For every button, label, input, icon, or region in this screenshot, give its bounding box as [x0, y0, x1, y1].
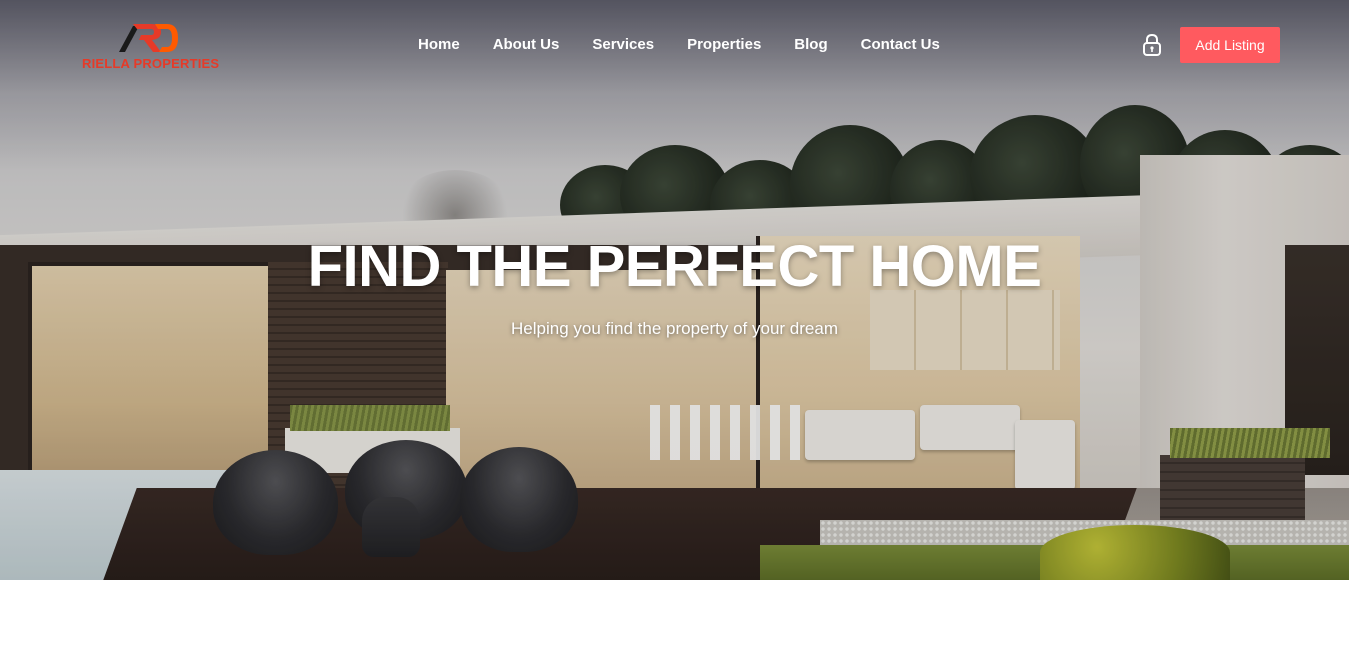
nav-item-contact-us[interactable]: Contact Us — [861, 34, 940, 56]
brand-logo[interactable]: RIELLA PROPERTIES — [82, 20, 219, 72]
nav-item-properties[interactable]: Properties — [687, 34, 761, 56]
nav-item-blog[interactable]: Blog — [794, 34, 827, 56]
site-header: RIELLA PROPERTIES Home About Us Services… — [0, 0, 1349, 90]
hero-subtitle: Helping you find the property of your dr… — [511, 319, 838, 338]
add-listing-button[interactable]: Add Listing — [1180, 27, 1280, 63]
logo-text: RIELLA PROPERTIES — [82, 56, 220, 71]
lock-icon[interactable] — [1142, 33, 1162, 57]
main-nav: Home About Us Services Properties Blog C… — [418, 34, 940, 56]
hero-title: FIND THE PERFECT HOME — [307, 234, 1042, 299]
page: RIELLA PROPERTIES Home About Us Services… — [0, 0, 1349, 664]
nav-item-about-us[interactable]: About Us — [493, 34, 560, 56]
logo-mark-icon — [119, 24, 178, 52]
nav-item-services[interactable]: Services — [592, 34, 654, 56]
nav-item-home[interactable]: Home — [418, 34, 460, 56]
